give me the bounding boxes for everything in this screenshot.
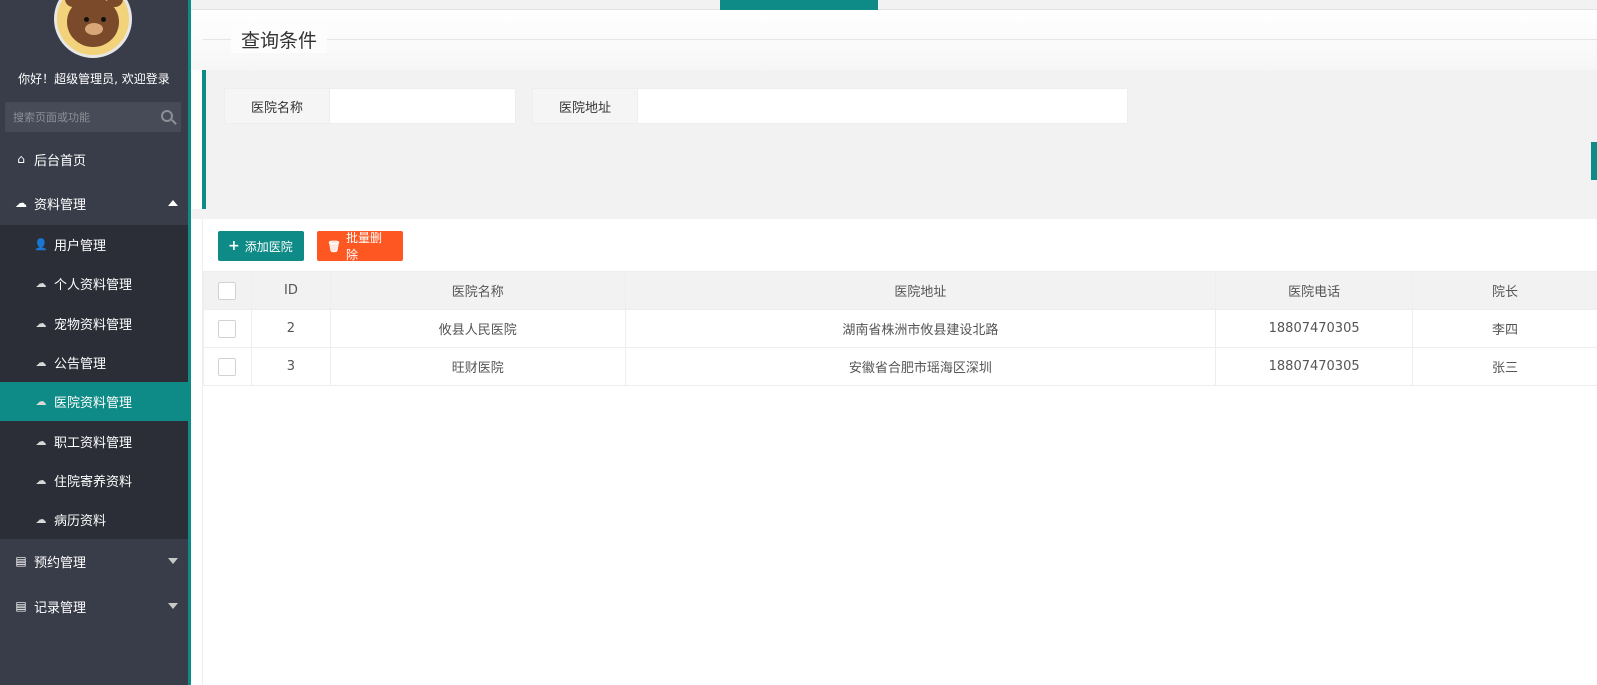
cloud-icon: ☁ [35,434,47,448]
search-button-edge[interactable] [1591,142,1597,180]
add-hospital-button[interactable]: + 添加医院 [218,231,304,261]
cloud-icon: ☁ [15,196,27,210]
batch-delete-button[interactable]: 🗑 批量删除 [317,231,403,262]
home-icon: ⌂ [17,152,25,166]
cloud-icon: ☁ [35,395,47,409]
cell-name: 攸县人民医院 [329,309,626,348]
cloud-icon: ☁ [35,473,47,487]
table-header-row: ID 医院名称 医院地址 医院电话 院长 [203,271,1597,310]
section-gap [191,209,1597,219]
sidebar-item-user-management[interactable]: 👤 用户管理 [0,225,188,264]
cloud-icon: ☁ [35,277,47,291]
row-select-cell [203,347,252,386]
search-icon[interactable] [161,110,173,122]
menu-data-management-label: 资料管理 [34,197,87,213]
bear-eye-left [84,17,89,22]
query-title: 查询条件 [231,26,328,53]
column-header-id[interactable]: ID [250,271,331,310]
active-tab-indicator[interactable] [720,0,878,10]
sidebar-item-label: 公告管理 [54,357,107,373]
hospital-name-input[interactable] [330,88,516,124]
chevron-down-icon [168,603,178,609]
row-select-cell [203,309,252,348]
column-header-name[interactable]: 医院名称 [329,271,626,310]
cell-phone: 18807470305 [1215,347,1414,386]
cell-phone: 18807470305 [1215,309,1414,348]
cell-director: 李四 [1412,309,1597,348]
avatar[interactable] [54,0,132,58]
cell-name: 旺财医院 [329,347,626,386]
divider [203,39,1597,40]
bear-eye-right [101,17,106,22]
select-all-checkbox[interactable] [218,281,237,300]
sidebar-item-label: 医院资料管理 [54,396,133,412]
user-icon: 👤 [34,238,48,252]
table-section: + 添加医院 🗑 批量删除 ID 医院名称 医院地址 医院电话 院长 2 攸县人… [202,219,1597,685]
row-checkbox[interactable] [218,319,237,338]
cloud-icon: ☁ [35,316,47,330]
column-header-director[interactable]: 院长 [1412,271,1597,310]
sidebar-item-label: 用户管理 [54,239,107,255]
clipboard-icon: ▤ [15,554,27,568]
trash-icon: 🗑 [327,239,341,253]
cell-id: 3 [250,347,331,386]
sidebar-item-staff-data[interactable]: ☁ 职工资料管理 [0,421,188,460]
select-all-cell [203,271,252,310]
hospital-name-label: 医院名称 [224,88,330,124]
sidebar-item-label: 病历资料 [54,514,107,530]
sidebar-item-label: 住院寄养资料 [54,474,133,490]
sidebar-item-hospital-data[interactable]: ☁ 医院资料管理 [0,382,188,422]
sidebar-item-personal-data[interactable]: ☁ 个人资料管理 [0,264,188,303]
cloud-icon: ☁ [35,356,47,370]
hospital-address-label: 医院地址 [532,88,638,124]
cell-address: 安徽省合肥市瑶海区深圳 [624,347,1217,386]
submenu-data-management: 👤 用户管理 ☁ 个人资料管理 ☁ 宠物资料管理 ☁ 公告管理 ☁ 医院资料管理… [0,225,188,539]
add-hospital-label: 添加医院 [244,239,293,254]
chevron-down-icon [168,558,178,564]
chevron-up-icon [168,200,178,206]
top-bar [191,0,1597,10]
sidebar-item-medical-records[interactable]: ☁ 病历资料 [0,500,188,539]
welcome-text: 你好！超级管理员, 欢迎登录 [18,72,170,86]
bear-snout [85,23,103,35]
query-panel: 医院名称 医院地址 [202,70,1597,209]
menu-home-label: 后台首页 [34,153,87,169]
hospital-address-input[interactable] [638,88,1128,124]
query-header: 查询条件 [191,10,1597,70]
hospital-name-field: 医院名称 [224,88,516,124]
plus-icon: + [228,238,240,254]
sidebar-item-announcements[interactable]: ☁ 公告管理 [0,343,188,382]
column-header-address[interactable]: 医院地址 [624,271,1217,310]
cloud-icon: ☁ [35,513,47,527]
menu-record-management-label: 记录管理 [34,600,87,616]
clipboard-icon: ▤ [15,599,27,613]
menu-appointment-management-label: 预约管理 [34,555,87,571]
column-header-phone[interactable]: 医院电话 [1215,271,1414,310]
cell-id: 2 [250,309,331,348]
sidebar: 你好！超级管理员, 欢迎登录 ⌂ 后台首页 ☁ 资料管理 👤 用户管理 ☁ 个人… [0,0,191,685]
batch-delete-label: 批量删除 [345,231,382,262]
table-row[interactable]: 2 攸县人民医院 湖南省株洲市攸县建设北路 18807470305 李四 [203,309,1597,348]
row-checkbox[interactable] [218,357,237,376]
hospital-table: ID 医院名称 医院地址 医院电话 院长 2 攸县人民医院 湖南省株洲市攸县建设… [203,271,1597,386]
hospital-address-field: 医院地址 [532,88,1128,124]
cell-address: 湖南省株洲市攸县建设北路 [624,309,1217,348]
menu-record-management[interactable]: ▤ 记录管理 [0,584,188,628]
cell-director: 张三 [1412,347,1597,386]
sidebar-item-label: 宠物资料管理 [54,317,133,333]
sidebar-item-label: 职工资料管理 [54,435,133,451]
menu-data-management[interactable]: ☁ 资料管理 [0,181,188,225]
sidebar-item-label: 个人资料管理 [54,278,133,294]
menu-home[interactable]: ⌂ 后台首页 [0,137,188,181]
menu-appointment-management[interactable]: ▤ 预约管理 [0,539,188,583]
sidebar-item-pet-data[interactable]: ☁ 宠物资料管理 [0,304,188,343]
sidebar-item-boarding-data[interactable]: ☁ 住院寄养资料 [0,461,188,500]
sidebar-search [5,102,181,132]
table-row[interactable]: 3 旺财医院 安徽省合肥市瑶海区深圳 18807470305 张三 [203,347,1597,386]
sidebar-search-input[interactable] [5,102,155,132]
